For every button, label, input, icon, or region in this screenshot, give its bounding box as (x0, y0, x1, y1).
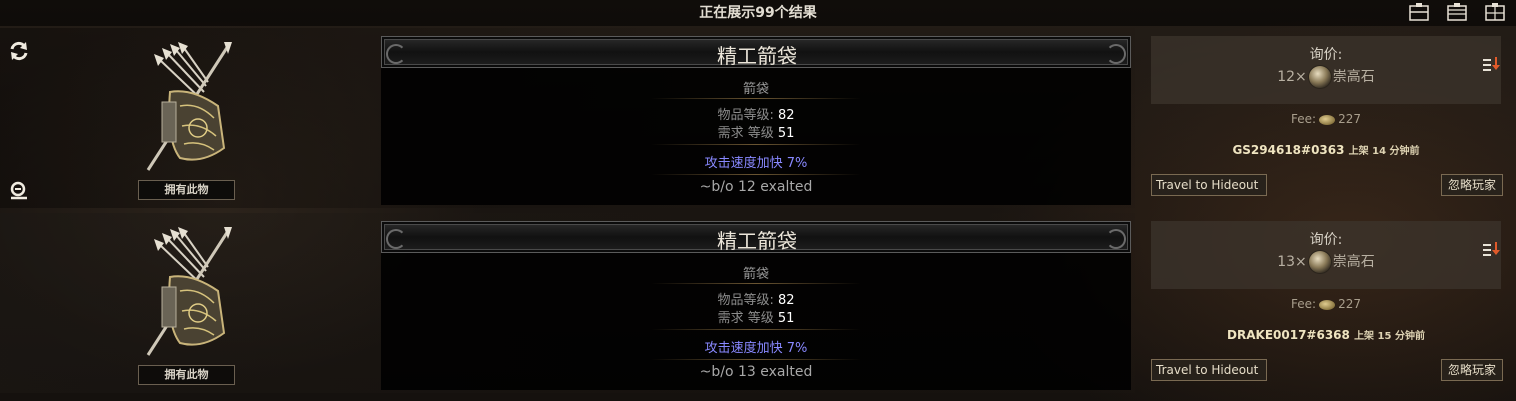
view-detail-icon[interactable] (1446, 2, 1468, 22)
travel-to-hideout-button[interactable]: Travel to Hideout (1151, 359, 1267, 381)
exalted-orb-icon (1308, 251, 1331, 273)
explicit-mod: 攻击速度加快 7% (704, 156, 808, 171)
view-grid-icon[interactable] (1484, 2, 1506, 22)
coin-icon (1319, 299, 1336, 310)
property-value: 82 (777, 293, 795, 308)
explicit-mod: 攻击速度加快 7% (704, 341, 808, 356)
property-label: 需求 等级 (717, 311, 774, 326)
item-level-property: 物品等级: 82 (381, 104, 1131, 123)
fee-line: Fee: 227 (1151, 297, 1501, 311)
exalted-orb-icon (1308, 66, 1331, 88)
separator (651, 329, 861, 330)
result-count: 正在展示99个结果 (699, 5, 817, 21)
sort-price-icon[interactable] (1482, 241, 1500, 257)
currency-name: 崇高石 (1332, 254, 1375, 270)
property-value: 51 (777, 126, 795, 141)
fee-value: 227 (1338, 297, 1361, 311)
property-value: 82 (777, 108, 795, 123)
item-name-bar: 精工箭袋 (381, 36, 1131, 68)
price-amount: 12× (1277, 69, 1307, 85)
results-header: 正在展示99个结果 (0, 0, 1516, 26)
item-name-bar: 精工箭袋 (381, 221, 1131, 253)
price-note: ~b/o 13 exalted (699, 364, 813, 380)
separator (651, 359, 861, 360)
required-level-property: 需求 等级 51 (381, 122, 1131, 141)
listing-row: 拥有此物 精工箭袋 箭袋 物品等级: 82 需求 等级 51 攻击速度加快 7%… (0, 28, 1516, 208)
required-level-property: 需求 等级 51 (381, 307, 1131, 326)
owned-item-button[interactable]: 拥有此物 (138, 180, 235, 200)
property-label: 需求 等级 (717, 126, 774, 141)
listed-time: 上架 14 分钟前 (1348, 146, 1420, 157)
price-amount-line: 12× 崇高石 (1151, 66, 1501, 88)
property-value: 51 (777, 311, 795, 326)
item-name: 精工箭袋 (717, 229, 797, 253)
ignore-player-button[interactable]: 忽略玩家 (1441, 359, 1503, 381)
item-panel: 精工箭袋 箭袋 物品等级: 82 需求 等级 51 攻击速度加快 7% ~b/o… (381, 36, 1131, 205)
listing-row: 拥有此物 精工箭袋 箭袋 物品等级: 82 需求 等级 51 攻击速度加快 7%… (0, 213, 1516, 393)
price-amount-line: 13× 崇高石 (1151, 251, 1501, 273)
fee-line: Fee: 227 (1151, 112, 1501, 126)
ignore-player-button[interactable]: 忽略玩家 (1441, 174, 1503, 196)
price-label: 询价: (1309, 232, 1343, 248)
property-label: 物品等级: (717, 108, 774, 123)
price-amount: 13× (1277, 254, 1307, 270)
currency-name: 崇高石 (1332, 69, 1375, 85)
item-panel: 精工箭袋 箭袋 物品等级: 82 需求 等级 51 攻击速度加快 7% ~b/o… (381, 221, 1131, 390)
fee-label: Fee: (1291, 297, 1317, 311)
item-type: 箭袋 (742, 267, 769, 282)
seller-name: GS294618#0363 (1232, 143, 1345, 157)
seller-name: DRAKE0017#6368 (1227, 328, 1350, 342)
coin-icon (1319, 114, 1336, 125)
trade-results-page: 正在展示99个结果 拥有此物 精工箭袋 箭袋 物品等级: 82 需求 等级 51… (0, 0, 1516, 401)
price-label: 询价: (1309, 47, 1343, 63)
separator (651, 174, 861, 175)
seller-line: DRAKE0017#6368 上架 15 分钟前 (1151, 327, 1501, 342)
search-zoom-icon[interactable] (8, 180, 30, 202)
price-box: 询价: 12× 崇高石 (1151, 36, 1501, 104)
travel-to-hideout-button[interactable]: Travel to Hideout (1151, 174, 1267, 196)
item-type: 箭袋 (742, 82, 769, 97)
view-toggle-group (1408, 2, 1506, 22)
refresh-icon[interactable] (8, 40, 30, 62)
seller-line: GS294618#0363 上架 14 分钟前 (1151, 142, 1501, 157)
item-name: 精工箭袋 (717, 44, 797, 68)
quiver-image (146, 42, 232, 171)
property-label: 物品等级: (717, 293, 774, 308)
separator (651, 98, 861, 99)
owned-item-button[interactable]: 拥有此物 (138, 365, 235, 385)
view-list-icon[interactable] (1408, 2, 1430, 22)
item-level-property: 物品等级: 82 (381, 289, 1131, 308)
listed-time: 上架 15 分钟前 (1354, 331, 1425, 342)
sort-price-icon[interactable] (1482, 56, 1500, 72)
quiver-image (146, 227, 232, 356)
separator (651, 283, 861, 284)
fee-label: Fee: (1291, 112, 1317, 126)
price-box: 询价: 13× 崇高石 (1151, 221, 1501, 289)
separator (651, 144, 861, 145)
fee-value: 227 (1338, 112, 1361, 126)
price-note: ~b/o 12 exalted (699, 179, 813, 195)
